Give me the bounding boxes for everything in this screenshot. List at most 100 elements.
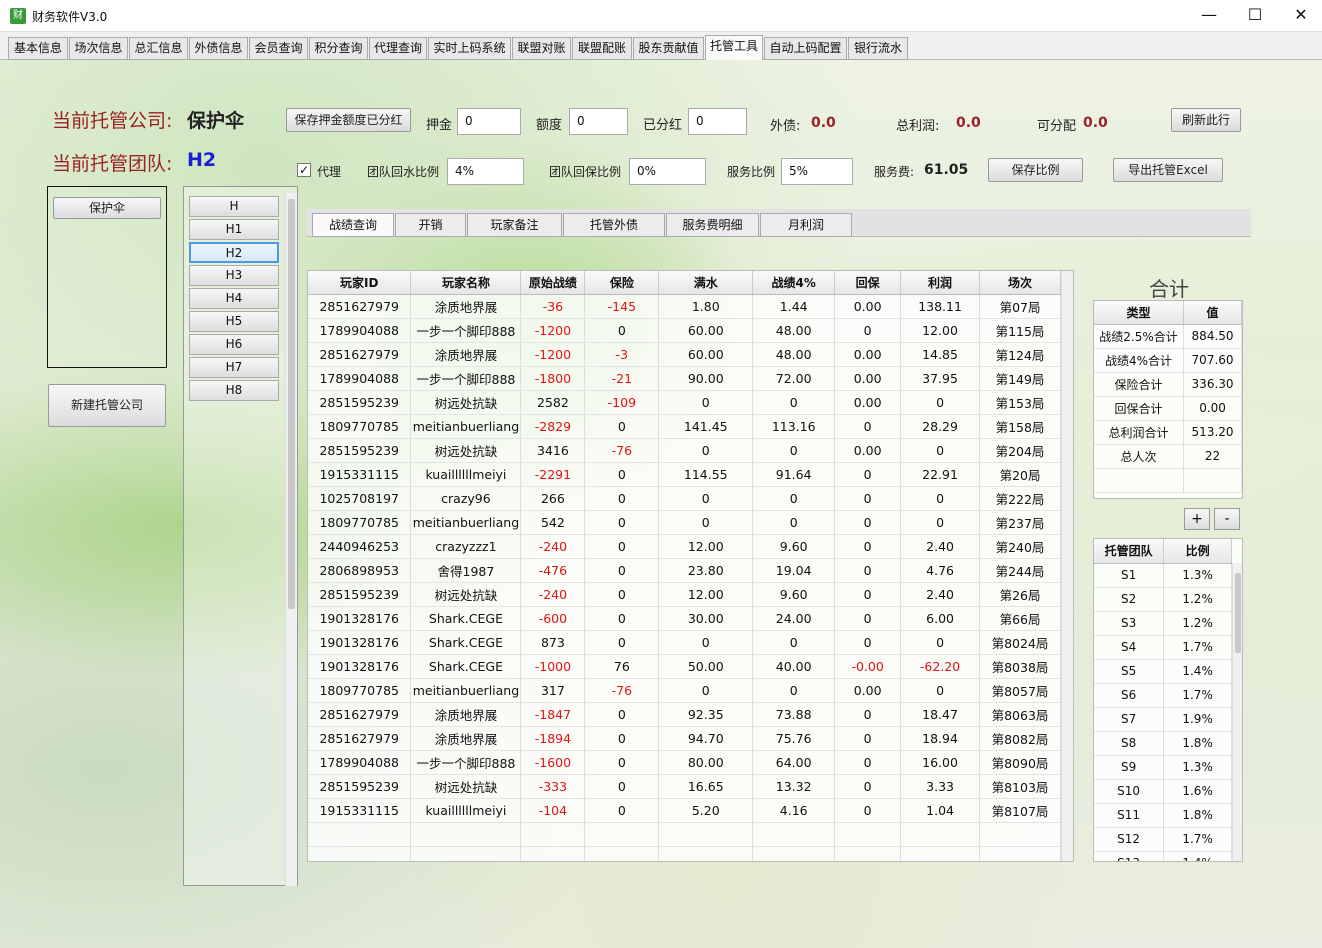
- subtab-4[interactable]: 托管外债: [563, 213, 665, 237]
- ratio-row[interactable]: S7 1.9%: [1094, 707, 1232, 732]
- subtab-5[interactable]: 服务费明细: [666, 213, 759, 237]
- results-col-header[interactable]: 玩家名称: [410, 271, 522, 295]
- ratio-row[interactable]: S2 1.2%: [1094, 587, 1232, 612]
- table-row[interactable]: 2851595239 树远处抗缺 -333 0 16.65 13.32 0 3.33 第8103…: [308, 774, 1061, 799]
- table-cell: 0: [834, 558, 902, 583]
- insurance-ratio-input[interactable]: 0%: [629, 158, 706, 185]
- table-row[interactable]: 1915331115 kuaillllllmeiyi -2291 0 114.55 91.…: [308, 462, 1061, 487]
- table-row[interactable]: 1809770785 meitianbuerliang -2829 0 141.45 11…: [308, 414, 1061, 439]
- ratio-row[interactable]: S12 1.7%: [1094, 827, 1232, 852]
- table-row[interactable]: 2851595239 树远处抗缺 3416 -76 0 0 0.00 0 第204局: [308, 438, 1061, 463]
- ratio-cell: 1.6%: [1163, 779, 1232, 804]
- table-cell: 0: [658, 630, 754, 655]
- tab-7[interactable]: 代理查询: [369, 37, 427, 60]
- results-col-header[interactable]: 回保: [834, 271, 902, 295]
- table-row[interactable]: 1789904088 一步一个脚印888 -1200 0 60.00 48.00 0 12.0…: [308, 318, 1061, 343]
- results-scrollbar[interactable]: [1061, 271, 1073, 861]
- ratio-scrollbar[interactable]: [1232, 563, 1242, 861]
- ratio-row[interactable]: S4 1.7%: [1094, 635, 1232, 660]
- subtab-1[interactable]: 战绩查询: [312, 213, 394, 237]
- team-list-scroll-thumb[interactable]: [288, 199, 295, 609]
- tab-11[interactable]: 股东贡献值: [633, 37, 704, 60]
- tab-14[interactable]: 银行流水: [848, 37, 908, 60]
- table-row[interactable]: 2851627979 涂质地界展 -36 -145 1.80 1.44 0.00 138.11…: [308, 294, 1061, 319]
- team-item-h4[interactable]: H4: [189, 288, 279, 309]
- dividend-input[interactable]: 0: [688, 108, 747, 135]
- table-row[interactable]: 2851627979 涂质地界展 -1847 0 92.35 73.88 0 18.47 第80…: [308, 702, 1061, 727]
- ratio-row[interactable]: S8 1.8%: [1094, 731, 1232, 756]
- table-row[interactable]: 1809770785 meitianbuerliang 542 0 0 0 0 0 第237局: [308, 510, 1061, 535]
- ratio-row[interactable]: S6 1.7%: [1094, 683, 1232, 708]
- tab-3[interactable]: 总汇信息: [129, 37, 188, 60]
- refresh-row-button[interactable]: 刷新此行: [1171, 108, 1241, 132]
- export-excel-button[interactable]: 导出托管Excel: [1113, 158, 1223, 182]
- team-item-h8[interactable]: H8: [189, 380, 279, 401]
- ratio-row[interactable]: S10 1.6%: [1094, 779, 1232, 804]
- results-col-header[interactable]: 利润: [900, 271, 981, 295]
- tab-4[interactable]: 外债信息: [189, 37, 248, 60]
- new-company-button[interactable]: 新建托管公司: [48, 384, 166, 427]
- table-row[interactable]: 1789904088 一步一个脚印888 -1600 0 80.00 64.00 0 16.0…: [308, 750, 1061, 775]
- ratio-row[interactable]: S131.4%: [1094, 851, 1232, 861]
- team-item-h3[interactable]: H3: [189, 265, 279, 286]
- table-row[interactable]: 2806898953 舍得1987 -476 0 23.80 19.04 0 4.76 第244…: [308, 558, 1061, 583]
- subtab-3[interactable]: 玩家备注: [467, 213, 562, 237]
- team-item-h7[interactable]: H7: [189, 357, 279, 378]
- ratio-scroll-thumb[interactable]: [1235, 573, 1241, 653]
- add-team-button[interactable]: +: [1184, 508, 1210, 530]
- subtab-6[interactable]: 月利润: [760, 213, 852, 237]
- table-row[interactable]: 2851595239 树远处抗缺 -240 0 12.00 9.60 0 2.40 第26局: [308, 582, 1061, 607]
- results-col-header[interactable]: 场次: [979, 271, 1061, 295]
- tab-13[interactable]: 自动上码配置: [764, 37, 847, 60]
- limit-input[interactable]: 0: [569, 108, 628, 135]
- ratio-row[interactable]: S11 1.8%: [1094, 803, 1232, 828]
- results-col-header[interactable]: 满水: [658, 271, 754, 295]
- table-row[interactable]: 1809770785 meitianbuerliang 317 -76 0 0 0.00 0 第…: [308, 678, 1061, 703]
- table-row[interactable]: 2440946253 crazyzzz1 -240 0 12.00 9.60 0 2.40 第2…: [308, 534, 1061, 559]
- table-row[interactable]: 1915331115 kuaillllllmeiyi -104 0 5.20 4.16 0 1…: [308, 798, 1061, 823]
- tab-1[interactable]: 基本信息: [8, 37, 68, 60]
- results-col-header[interactable]: 战绩4%: [752, 271, 836, 295]
- team-item-h[interactable]: H: [189, 196, 279, 217]
- close-button[interactable]: ✕: [1278, 0, 1322, 32]
- team-item-h5[interactable]: H5: [189, 311, 279, 332]
- company-item[interactable]: 保护伞: [53, 197, 161, 219]
- team-list-scrollbar[interactable]: [285, 193, 297, 886]
- ratio-row[interactable]: S1 1.3%: [1094, 563, 1232, 588]
- agent-checkbox[interactable]: ✓: [297, 163, 311, 177]
- save-ratio-button[interactable]: 保存比例: [988, 158, 1083, 182]
- service-ratio-input[interactable]: 5%: [781, 158, 853, 185]
- table-cell: -3: [584, 342, 660, 367]
- maximize-button[interactable]: ☐: [1232, 0, 1278, 32]
- results-col-header[interactable]: 玩家ID: [308, 271, 412, 295]
- results-col-header[interactable]: 原始战绩: [520, 271, 586, 295]
- rebate-input[interactable]: 4%: [447, 158, 524, 185]
- ratio-row[interactable]: S5 1.4%: [1094, 659, 1232, 684]
- table-row[interactable]: 1789904088 一步一个脚印888 -1800 -21 90.00 72.00 0.0…: [308, 366, 1061, 391]
- table-row[interactable]: 1901328176 Shark.CEGE -1000 76 50.00 40.00 -0.…: [308, 654, 1061, 679]
- results-col-header[interactable]: 保险: [584, 271, 660, 295]
- team-item-h6[interactable]: H6: [189, 334, 279, 355]
- table-row[interactable]: 1901328176 Shark.CEGE -600 0 30.00 24.00 0 6.00…: [308, 606, 1061, 631]
- table-row[interactable]: 1901328176 Shark.CEGE 873 0 0 0 0 0 第8024局: [308, 630, 1061, 655]
- table-row[interactable]: 2851595239 树远处抗缺 2582 -109 0 0 0.00 0 第153局: [308, 390, 1061, 415]
- table-row[interactable]: 1025708197 crazy96 266 0 0 0 0 0 第222局: [308, 486, 1061, 511]
- tab-6[interactable]: 积分查询: [309, 37, 368, 60]
- tab-8[interactable]: 实时上码系统: [428, 37, 511, 60]
- save-deposit-button[interactable]: 保存押金额度已分红: [286, 108, 411, 132]
- subtab-2[interactable]: 开销: [395, 213, 466, 237]
- tab-9[interactable]: 联盟对账: [512, 37, 571, 60]
- tab-5[interactable]: 会员查询: [249, 37, 308, 60]
- ratio-row[interactable]: S3 1.2%: [1094, 611, 1232, 636]
- tab-2[interactable]: 场次信息: [69, 37, 128, 60]
- table-row[interactable]: 2851627979 涂质地界展 -1894 0 94.70 75.76 0 18.94 第80…: [308, 726, 1061, 751]
- tab-10[interactable]: 联盟配账: [572, 37, 632, 60]
- minimize-button[interactable]: —: [1186, 0, 1232, 32]
- team-item-h1[interactable]: H1: [189, 219, 279, 240]
- remove-team-button[interactable]: -: [1214, 508, 1240, 530]
- tab-12[interactable]: 托管工具: [705, 35, 763, 61]
- deposit-input[interactable]: 0: [457, 108, 521, 135]
- ratio-row[interactable]: S9 1.3%: [1094, 755, 1232, 780]
- table-row[interactable]: 2851627979 涂质地界展 -1200 -3 60.00 48.00 0.00 14.8…: [308, 342, 1061, 367]
- team-item-h2[interactable]: H2: [189, 242, 279, 263]
